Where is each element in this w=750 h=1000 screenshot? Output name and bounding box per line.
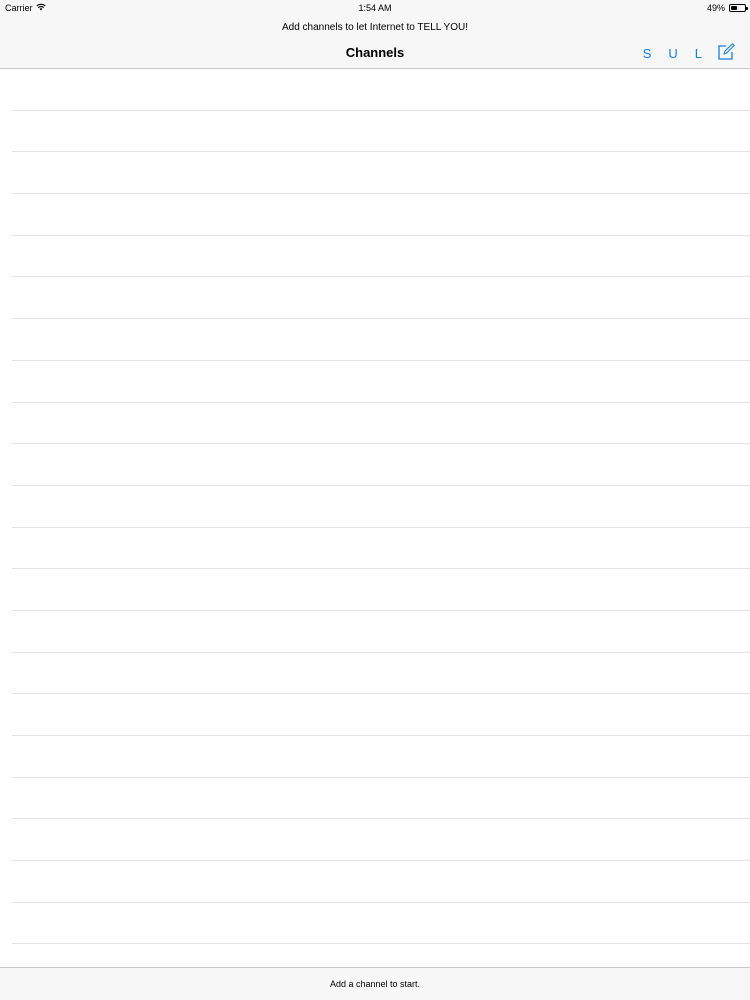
table-row[interactable] [12, 361, 750, 403]
nav-actions: S U L [626, 42, 736, 64]
compose-icon [717, 42, 735, 64]
battery-icon [729, 4, 748, 12]
table-row[interactable] [12, 569, 750, 611]
nav-prompt: Add channels to let Internet to TELL YOU… [281, 22, 469, 33]
table-row[interactable] [12, 444, 750, 486]
battery-tip [746, 7, 748, 10]
bottom-toolbar: Add a channel to start. [0, 967, 750, 1000]
table-row[interactable] [12, 69, 750, 111]
table-row[interactable] [12, 319, 750, 361]
table-row[interactable] [12, 528, 750, 570]
table-row[interactable] [12, 861, 750, 903]
compose-button[interactable] [716, 42, 736, 64]
s-button[interactable]: S [643, 46, 652, 61]
u-button[interactable]: U [668, 46, 677, 61]
table-row[interactable] [12, 152, 750, 195]
table-row[interactable] [12, 694, 750, 736]
table-row[interactable] [12, 194, 750, 236]
battery-percent: 49% [706, 3, 725, 13]
table-row[interactable] [12, 277, 750, 320]
table-row[interactable] [12, 778, 750, 820]
battery-fill [731, 6, 737, 10]
table-row[interactable] [12, 111, 750, 153]
status-right: 49% [706, 3, 748, 13]
channels-table[interactable] [0, 69, 750, 967]
app-screen: Carrier 1:54 AM 49% Add channels to let … [0, 0, 750, 1000]
table-row[interactable] [12, 819, 750, 862]
table-row[interactable] [12, 653, 750, 695]
toolbar-message: Add a channel to start. [329, 979, 421, 989]
l-button[interactable]: L [695, 46, 702, 61]
table-row[interactable] [12, 736, 750, 778]
status-time: 1:54 AM [358, 3, 392, 13]
table-row[interactable] [12, 903, 750, 945]
navigation-bar: Add channels to let Internet to TELL YOU… [0, 16, 750, 69]
table-row[interactable] [12, 944, 750, 967]
table-row[interactable] [12, 611, 750, 653]
table-row[interactable] [12, 486, 750, 528]
status-bar: Carrier 1:54 AM 49% [0, 0, 750, 16]
table-row[interactable] [12, 236, 750, 278]
table-row[interactable] [12, 403, 750, 445]
